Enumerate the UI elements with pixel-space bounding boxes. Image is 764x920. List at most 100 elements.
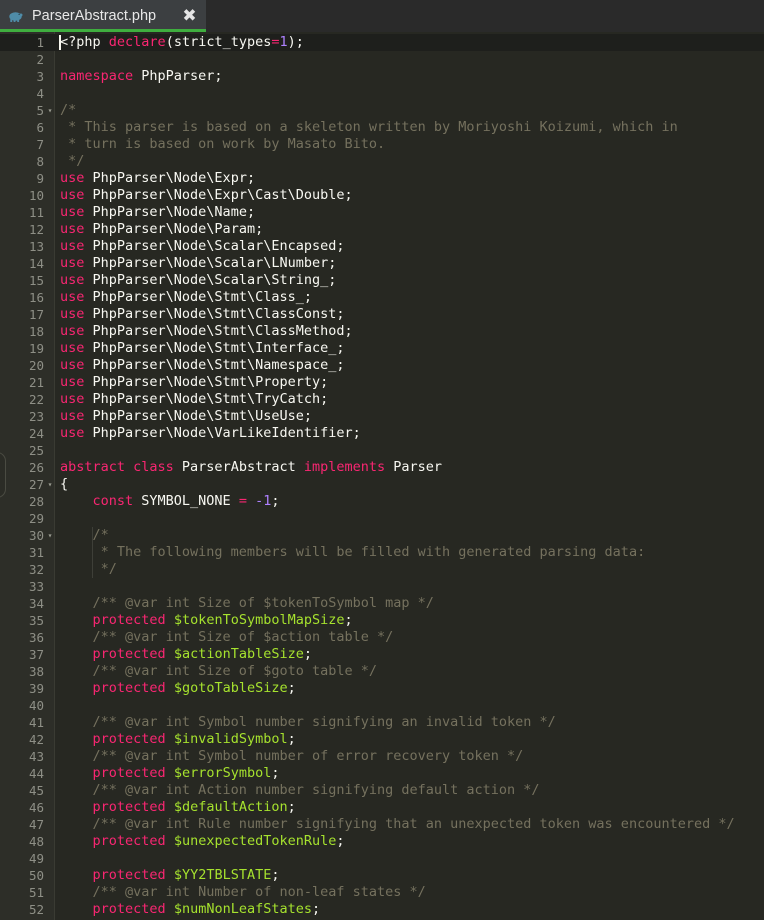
- token-txt: PhpParser\Node\Scalar\String_;: [84, 272, 337, 288]
- code-line[interactable]: 8 */: [0, 153, 764, 170]
- code-line[interactable]: 46 protected $defaultAction;: [0, 799, 764, 816]
- code-line[interactable]: 16 use PhpParser\Node\Stmt\Class_;: [0, 289, 764, 306]
- code-line[interactable]: 18 use PhpParser\Node\Stmt\ClassMethod;: [0, 323, 764, 340]
- code-line-text: use PhpParser\Node\Stmt\TryCatch;: [60, 391, 328, 408]
- token-kw: use: [60, 357, 85, 373]
- token-kw: protected: [92, 765, 166, 781]
- code-line[interactable]: 4: [0, 85, 764, 102]
- code-line[interactable]: 43 /** @var int Symbol number of error r…: [0, 748, 764, 765]
- token-var: $YY2TBLSTATE: [173, 867, 272, 883]
- code-line[interactable]: 2: [0, 51, 764, 68]
- token-kw: use: [60, 374, 85, 390]
- code-line[interactable]: 22 use PhpParser\Node\Stmt\TryCatch;: [0, 391, 764, 408]
- code-line[interactable]: 6 * This parser is based on a skeleton w…: [0, 119, 764, 136]
- code-line[interactable]: 35 protected $tokenToSymbolMapSize;: [0, 612, 764, 629]
- line-number: 41: [28, 715, 44, 730]
- line-number: 6: [36, 120, 44, 135]
- line-number: 21: [28, 375, 44, 390]
- code-line[interactable]: 50 protected $YY2TBLSTATE;: [0, 867, 764, 884]
- text-caret: [59, 35, 61, 50]
- code-line-text: */: [60, 561, 117, 578]
- code-line-text: abstract class ParserAbstract implements…: [60, 459, 442, 476]
- code-line[interactable]: 42 protected $invalidSymbol;: [0, 731, 764, 748]
- token-txt: PhpParser\Node\Scalar\Encapsed;: [84, 238, 345, 254]
- code-line[interactable]: 34 /** @var int Size of $tokenToSymbol m…: [0, 595, 764, 612]
- code-line[interactable]: 52 protected $numNonLeafStates;: [0, 901, 764, 918]
- tab-title: ParserAbstract.php: [32, 8, 157, 24]
- editor-tab-parserabstract-php[interactable]: ParserAbstract.php ✖: [0, 0, 206, 32]
- close-icon[interactable]: ✖: [182, 7, 197, 24]
- code-line[interactable]: 48 protected $unexpectedTokenRule;: [0, 833, 764, 850]
- code-line[interactable]: 10 use PhpParser\Node\Expr\Cast\Double;: [0, 187, 764, 204]
- code-line[interactable]: 27 ▾ {: [0, 476, 764, 493]
- code-line[interactable]: 38 /** @var int Size of $goto table */: [0, 663, 764, 680]
- token-kw: use: [60, 306, 85, 322]
- token-txt: ;: [271, 765, 280, 781]
- code-line[interactable]: 37 protected $actionTableSize;: [0, 646, 764, 663]
- code-line-text: namespace PhpParser;: [60, 68, 223, 85]
- token-var: $unexpectedTokenRule: [173, 833, 337, 849]
- code-line[interactable]: 9 use PhpParser\Node\Expr;: [0, 170, 764, 187]
- token-kw: namespace: [60, 68, 134, 84]
- code-line[interactable]: 33: [0, 578, 764, 595]
- code-line[interactable]: 24 use PhpParser\Node\VarLikeIdentifier;: [0, 425, 764, 442]
- line-number: 7: [36, 137, 44, 152]
- code-line[interactable]: 51 /** @var int Number of non-leaf state…: [0, 884, 764, 901]
- code-line[interactable]: 20 use PhpParser\Node\Stmt\Namespace_;: [0, 357, 764, 374]
- code-line[interactable]: 39 protected $gotoTableSize;: [0, 680, 764, 697]
- code-line[interactable]: 31 * The following members will be fille…: [0, 544, 764, 561]
- code-line-text: /** @var int Symbol number of error reco…: [60, 748, 524, 765]
- code-line[interactable]: 1 <?php declare(strict_types=1);: [0, 34, 764, 51]
- token-txt: (strict_types: [165, 34, 272, 50]
- code-line[interactable]: 7 * turn is based on work by Masato Bito…: [0, 136, 764, 153]
- code-line[interactable]: 15 use PhpParser\Node\Scalar\String_;: [0, 272, 764, 289]
- token-kw: use: [60, 340, 85, 356]
- code-line[interactable]: 29: [0, 510, 764, 527]
- code-content[interactable]: 1 <?php declare(strict_types=1); 2 3 namespa…: [0, 32, 764, 918]
- line-number: 43: [28, 749, 44, 764]
- code-line[interactable]: 14 use PhpParser\Node\Scalar\LNumber;: [0, 255, 764, 272]
- code-line[interactable]: 28 const SYMBOL_NONE = -1;: [0, 493, 764, 510]
- code-line[interactable]: 47 /** @var int Rule number signifying t…: [0, 816, 764, 833]
- code-line[interactable]: 13 use PhpParser\Node\Scalar\Encapsed;: [0, 238, 764, 255]
- code-line[interactable]: 19 use PhpParser\Node\Stmt\Interface_;: [0, 340, 764, 357]
- fold-toggle-icon[interactable]: ▾: [46, 527, 54, 544]
- code-line-text: /** @var int Size of $goto table */: [60, 663, 377, 680]
- code-line-text: protected $gotoTableSize;: [60, 680, 296, 697]
- code-line[interactable]: 17 use PhpParser\Node\Stmt\ClassConst;: [0, 306, 764, 323]
- indent-guide: [92, 527, 93, 544]
- token-txt: Parser: [385, 459, 443, 475]
- token-txt: SYMBOL_NONE: [133, 493, 239, 509]
- token-txt: ;: [271, 493, 280, 509]
- code-line[interactable]: 36 /** @var int Size of $action table */: [0, 629, 764, 646]
- code-line[interactable]: 5 ▾ /*: [0, 102, 764, 119]
- code-line[interactable]: 32 */: [0, 561, 764, 578]
- fold-toggle-icon[interactable]: ▾: [46, 102, 54, 119]
- code-line[interactable]: 45 /** @var int Action number signifying…: [0, 782, 764, 799]
- token-var: $tokenToSymbolMapSize: [173, 612, 345, 628]
- token-cmt: /** @var int Action number signifying de…: [60, 782, 540, 798]
- code-line[interactable]: 26 abstract class ParserAbstract implemen…: [0, 459, 764, 476]
- line-number: 1: [36, 35, 44, 50]
- token-cmt: /** @var int Size of $goto table */: [60, 663, 377, 679]
- fold-toggle-icon[interactable]: ▾: [46, 476, 54, 493]
- code-line[interactable]: 23 use PhpParser\Node\Stmt\UseUse;: [0, 408, 764, 425]
- token-txt: PhpParser\Node\Param;: [84, 221, 264, 237]
- line-number: 35: [28, 613, 44, 628]
- code-line[interactable]: 12 use PhpParser\Node\Param;: [0, 221, 764, 238]
- code-line[interactable]: 49: [0, 850, 764, 867]
- code-line[interactable]: 44 protected $errorSymbol;: [0, 765, 764, 782]
- code-line[interactable]: 30 ▾ /*: [0, 527, 764, 544]
- line-number: 27: [28, 477, 44, 492]
- code-line[interactable]: 11 use PhpParser\Node\Name;: [0, 204, 764, 221]
- line-number: 2: [36, 52, 44, 67]
- code-line[interactable]: 21 use PhpParser\Node\Stmt\Property;: [0, 374, 764, 391]
- code-line[interactable]: 25: [0, 442, 764, 459]
- code-editor[interactable]: 1 <?php declare(strict_types=1); 2 3 namespa…: [0, 32, 764, 920]
- code-line[interactable]: 41 /** @var int Symbol number signifying…: [0, 714, 764, 731]
- code-line[interactable]: 3 namespace PhpParser;: [0, 68, 764, 85]
- code-line[interactable]: 40: [0, 697, 764, 714]
